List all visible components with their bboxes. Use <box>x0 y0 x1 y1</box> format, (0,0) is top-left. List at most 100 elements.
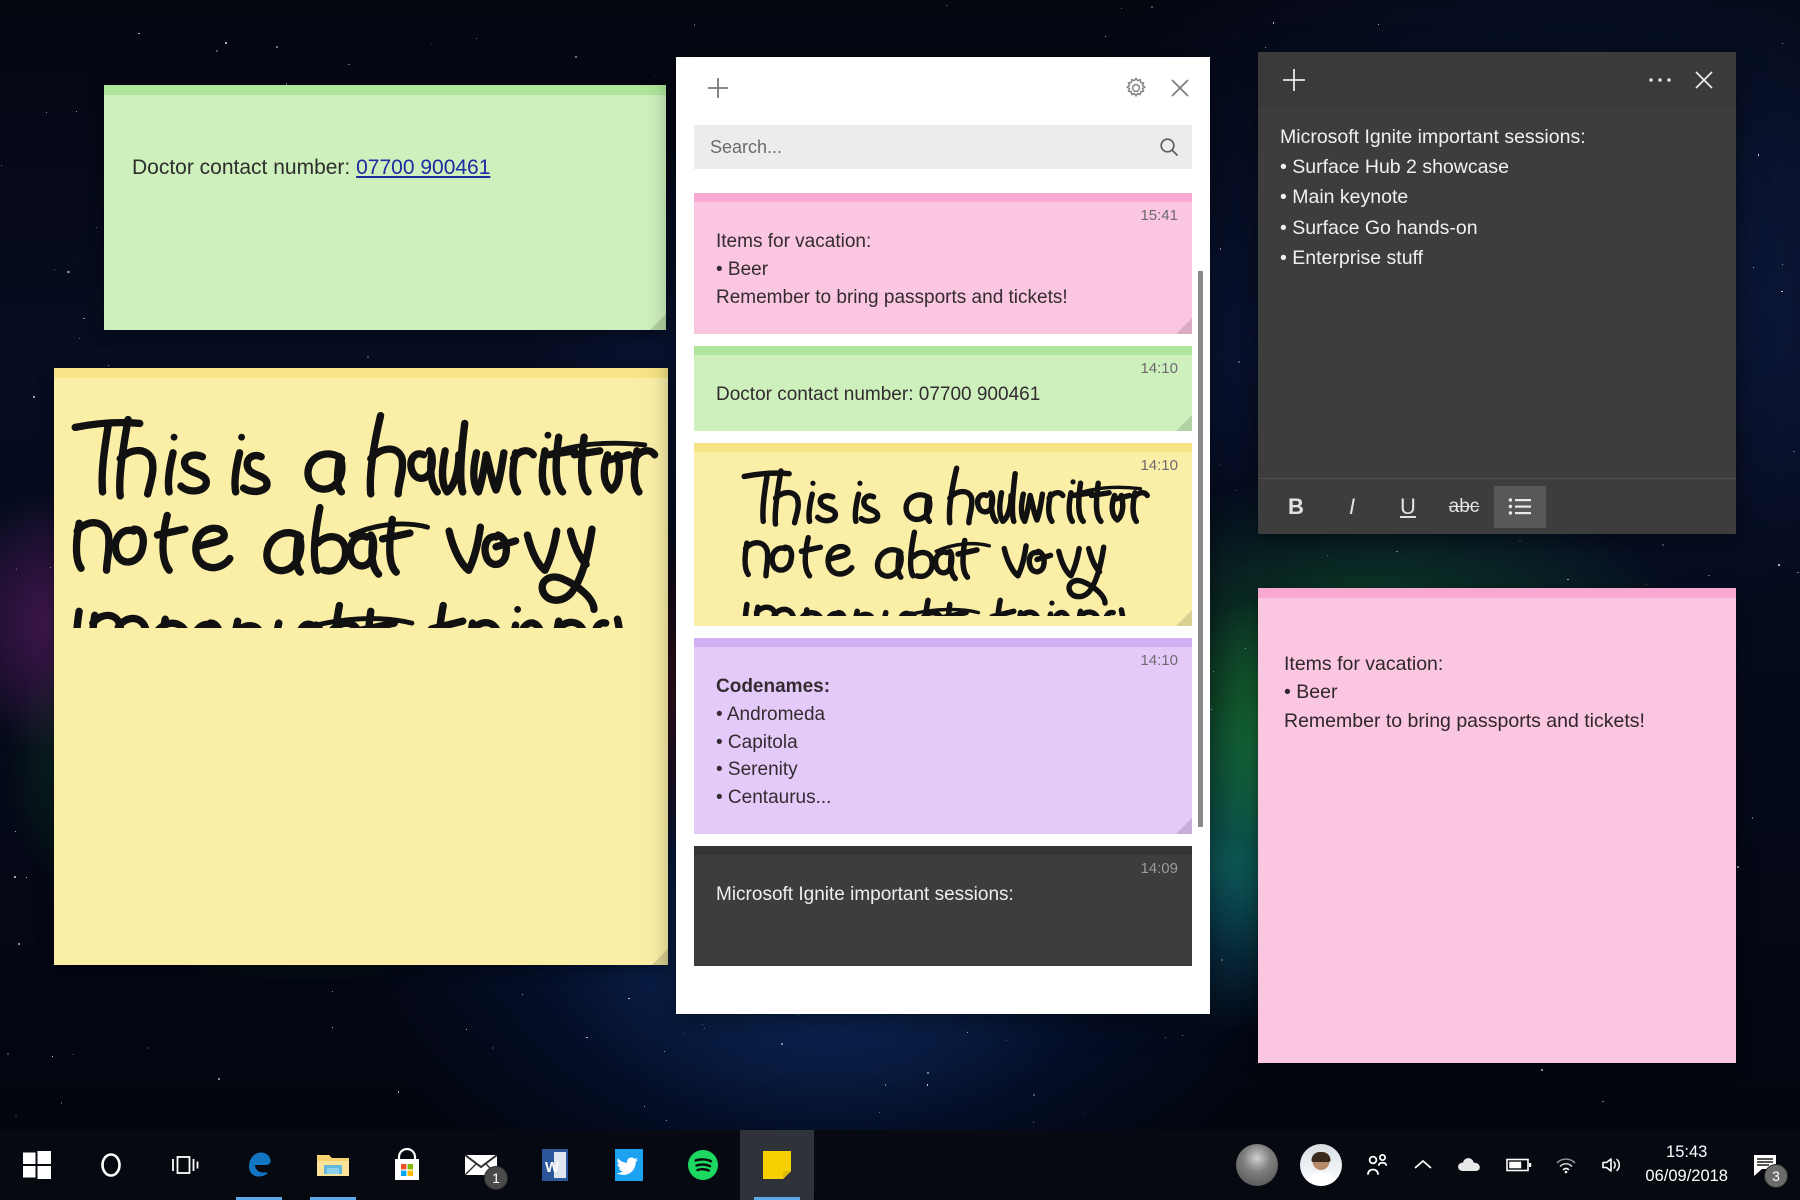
desktop-note-pink[interactable]: Items for vacation: • Beer Remember to b… <box>1258 588 1736 1063</box>
taskbar-item-microsoft-store[interactable] <box>370 1130 444 1200</box>
close-list-button[interactable] <box>1158 66 1202 110</box>
doctor-label: Doctor contact number: <box>132 156 356 179</box>
note-timestamp: 15:41 <box>1140 207 1178 224</box>
taskbar-item-word[interactable]: W <box>518 1130 592 1200</box>
taskbar-item-mail[interactable]: 1 <box>444 1130 518 1200</box>
bold-button[interactable]: B <box>1270 486 1322 528</box>
note-line: • Beer <box>1284 678 1710 706</box>
new-note-button[interactable] <box>696 66 740 110</box>
list-icon <box>1508 497 1532 517</box>
new-note-button[interactable] <box>1272 58 1316 102</box>
notes-list-scrollbar[interactable] <box>1195 257 1205 990</box>
note-line: Microsoft Ignite important sessions: <box>716 881 1170 909</box>
plus-icon <box>1280 66 1308 94</box>
desktop-note-yellow-handwritten[interactable] <box>54 368 668 965</box>
start-button[interactable] <box>0 1130 74 1200</box>
italic-button[interactable]: I <box>1326 486 1378 528</box>
resize-corner[interactable] <box>650 314 666 330</box>
note-color-stripe <box>1258 588 1736 598</box>
taskbar-item-file-explorer[interactable] <box>296 1130 370 1200</box>
search-icon[interactable] <box>1158 136 1180 158</box>
tray-avatar-one[interactable] <box>1225 1130 1289 1200</box>
taskbar-clock[interactable]: 15:43 06/09/2018 <box>1635 1130 1742 1200</box>
note-color-stripe <box>694 346 1192 355</box>
note-line: • Serenity <box>716 756 1170 784</box>
bullet-list-button[interactable] <box>1494 486 1546 528</box>
note-line: • Main keynote <box>1280 182 1714 212</box>
chevron-up-icon <box>1412 1157 1434 1173</box>
cortana-button[interactable] <box>74 1130 148 1200</box>
note-line: • Beer <box>716 256 1170 284</box>
list-item[interactable]: 14:09 Microsoft Ignite important session… <box>694 846 1192 966</box>
close-note-button[interactable] <box>1682 58 1726 102</box>
list-item[interactable]: 15:41 Items for vacation: • Beer Remembe… <box>694 193 1192 334</box>
onedrive-cloud-icon <box>1456 1155 1484 1175</box>
close-icon <box>1692 68 1716 92</box>
more-options-button[interactable] <box>1638 58 1682 102</box>
italic-icon: I <box>1349 494 1355 520</box>
note-line: • Capitola <box>716 729 1170 757</box>
list-item[interactable]: 14:10 <box>694 443 1192 626</box>
search-bar[interactable] <box>694 125 1192 169</box>
onedrive-tray-button[interactable] <box>1445 1130 1495 1200</box>
close-icon <box>1169 77 1191 99</box>
search-input[interactable] <box>710 137 1158 158</box>
microsoft-store-icon <box>391 1148 423 1182</box>
note-preview-text: Items for vacation: • Beer Remember to b… <box>694 202 1192 334</box>
dark-note-titlebar <box>1258 52 1736 108</box>
battery-tray-button[interactable] <box>1495 1130 1543 1200</box>
note-timestamp: 14:10 <box>1140 360 1178 377</box>
note-color-stripe <box>694 638 1192 647</box>
note-line: Remember to bring passports and tickets! <box>1284 707 1710 735</box>
word-icon: W <box>541 1148 569 1182</box>
gear-icon <box>1124 76 1148 100</box>
sticky-notes-list-window[interactable]: 15:41 Items for vacation: • Beer Remembe… <box>676 57 1210 1014</box>
scrollbar-thumb[interactable] <box>1198 271 1203 827</box>
plus-icon <box>705 75 731 101</box>
note-line: Microsoft Ignite important sessions: <box>1280 122 1714 152</box>
note-line: • Centaurus... <box>716 784 1170 812</box>
list-item[interactable]: 14:10 Doctor contact number: 07700 90046… <box>694 346 1192 431</box>
system-tray: 15:43 06/09/2018 3 <box>1225 1130 1800 1200</box>
action-center-button[interactable]: 3 <box>1742 1130 1794 1200</box>
windows-logo-icon <box>22 1150 52 1180</box>
dark-note-text[interactable]: Microsoft Ignite important sessions: • S… <box>1258 108 1736 478</box>
volume-tray-button[interactable] <box>1589 1130 1635 1200</box>
avatar <box>1300 1144 1342 1186</box>
network-tray-button[interactable] <box>1543 1130 1589 1200</box>
file-explorer-icon <box>315 1150 351 1180</box>
taskbar-item-sticky-notes[interactable] <box>740 1130 814 1200</box>
strikethrough-button[interactable]: abc <box>1438 486 1490 528</box>
tray-avatar-two[interactable] <box>1289 1130 1353 1200</box>
handwriting-ink <box>54 398 668 628</box>
taskbar-item-twitter[interactable] <box>592 1130 666 1200</box>
note-timestamp: 14:10 <box>1140 652 1178 669</box>
note-line: • Surface Hub 2 showcase <box>1280 152 1714 182</box>
avatar <box>1236 1144 1278 1186</box>
desktop-note-dark-ignite[interactable]: Microsoft Ignite important sessions: • S… <box>1258 52 1736 534</box>
edge-icon <box>242 1148 276 1182</box>
note-color-stripe <box>54 368 668 378</box>
spotify-icon <box>686 1148 720 1182</box>
underline-button[interactable]: U <box>1382 486 1434 528</box>
taskbar-item-edge[interactable] <box>222 1130 296 1200</box>
taskbar: 1 W <box>0 1130 1800 1200</box>
phone-link[interactable]: 07700 900461 <box>356 156 490 179</box>
desktop-note-green[interactable]: Doctor contact number: 07700 900461 <box>104 85 666 330</box>
handwriting-ink <box>694 456 1192 616</box>
wifi-icon <box>1554 1155 1578 1175</box>
battery-icon <box>1506 1157 1532 1173</box>
settings-button[interactable] <box>1114 66 1158 110</box>
note-color-stripe <box>104 85 666 95</box>
note-text[interactable]: Items for vacation: • Beer Remember to b… <box>1258 598 1736 735</box>
my-people-icon <box>1364 1152 1390 1178</box>
list-item[interactable]: 14:10 Codenames: • Andromeda • Capitola … <box>694 638 1192 835</box>
task-view-button[interactable] <box>148 1130 222 1200</box>
resize-corner[interactable] <box>652 949 668 965</box>
note-color-stripe <box>694 443 1192 452</box>
underline-icon: U <box>1400 494 1416 520</box>
taskbar-item-spotify[interactable] <box>666 1130 740 1200</box>
my-people-button[interactable] <box>1353 1130 1401 1200</box>
notes-list-scroll-area[interactable]: 15:41 Items for vacation: • Beer Remembe… <box>676 181 1210 1014</box>
show-hidden-icons-button[interactable] <box>1401 1130 1445 1200</box>
